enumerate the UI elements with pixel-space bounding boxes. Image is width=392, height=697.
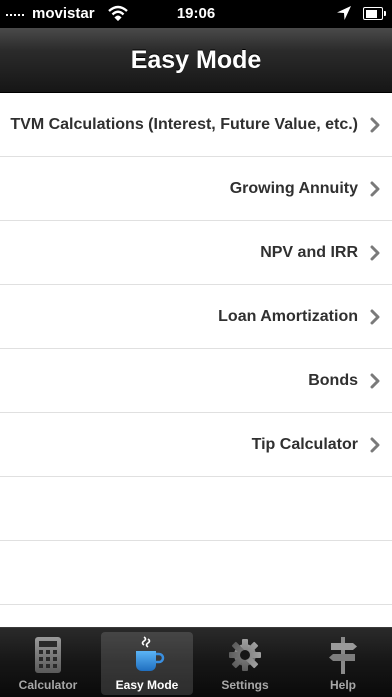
coffee-cup-icon (136, 636, 165, 671)
tab-settings[interactable]: Settings (199, 632, 291, 695)
menu-list: TVM Calculations (Interest, Future Value… (0, 93, 392, 605)
menu-item-label: Growing Annuity (229, 179, 358, 197)
chevron-right-icon (370, 373, 380, 388)
signpost-icon (329, 637, 357, 674)
page-title: Easy Mode (130, 45, 262, 74)
tab-bar: Calculator Easy Mode Settings Help (0, 627, 392, 697)
menu-item-bonds[interactable]: Bonds (0, 349, 392, 413)
menu-item-label: Tip Calculator (251, 435, 358, 453)
menu-item-label: Bonds (308, 371, 358, 389)
menu-item-growing-annuity[interactable]: Growing Annuity (0, 157, 392, 221)
empty-row (0, 477, 392, 541)
battery-icon (363, 7, 386, 20)
chevron-right-icon (370, 437, 380, 452)
menu-item-label: Loan Amortization (218, 307, 358, 325)
menu-item-loan-amortization[interactable]: Loan Amortization (0, 285, 392, 349)
location-arrow-icon (337, 6, 351, 20)
menu-item-tip-calculator[interactable]: Tip Calculator (0, 413, 392, 477)
empty-row (0, 541, 392, 605)
chevron-right-icon (370, 117, 380, 132)
menu-item-label: TVM Calculations (Interest, Future Value… (10, 115, 358, 133)
menu-item-label: NPV and IRR (260, 243, 358, 261)
tab-label: Calculator (18, 678, 78, 692)
chevron-right-icon (370, 309, 380, 324)
tab-label: Easy Mode (115, 678, 179, 692)
navigation-bar: Easy Mode (0, 28, 392, 93)
clock: 19:06 (176, 5, 216, 22)
tab-easy-mode[interactable]: Easy Mode (101, 632, 193, 695)
tab-label: Help (329, 678, 356, 692)
status-bar: movistar 19:06 (0, 0, 392, 28)
calculator-icon (35, 637, 61, 673)
menu-item-tvm-calculations[interactable]: TVM Calculations (Interest, Future Value… (0, 93, 392, 157)
gear-icon (229, 639, 261, 671)
battery-level-fill (365, 9, 378, 18)
tab-help[interactable]: Help (297, 632, 389, 695)
chevron-right-icon (370, 181, 380, 196)
tab-calculator[interactable]: Calculator (2, 632, 94, 695)
tab-label: Settings (221, 678, 269, 692)
chevron-right-icon (370, 245, 380, 260)
menu-item-npv-and-irr[interactable]: NPV and IRR (0, 221, 392, 285)
